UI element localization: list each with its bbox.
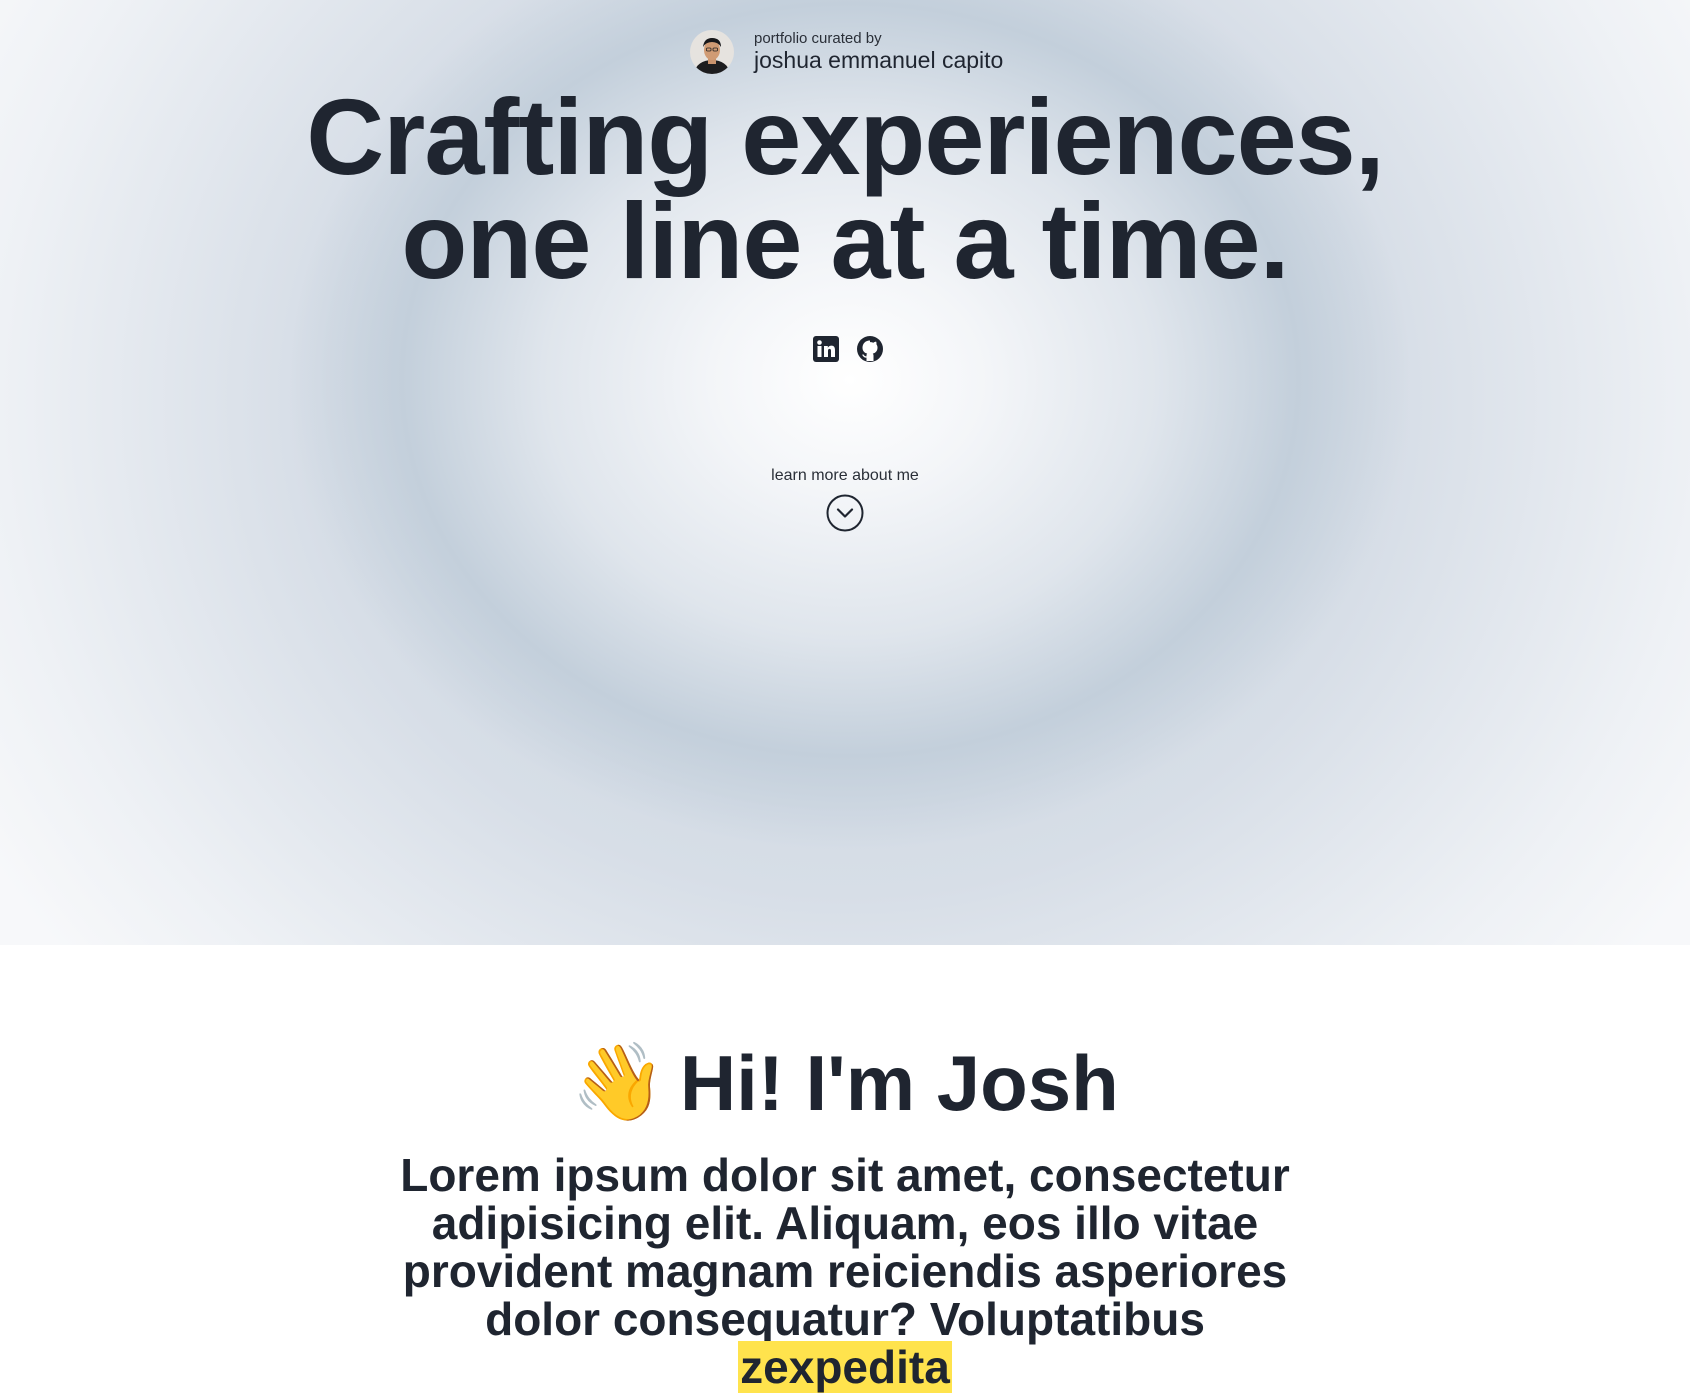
hero-headline-line-1: Crafting experiences,	[306, 76, 1384, 197]
curator-block: portfolio curated by joshua emmanuel cap…	[690, 30, 1003, 74]
learn-more-label[interactable]: learn more about me	[0, 467, 1690, 485]
about-section: 👋 Hi! I'm Josh Lorem ipsum dolor sit ame…	[0, 1035, 1690, 1393]
hero-headline-line-2: one line at a time.	[401, 180, 1289, 301]
curator-pre-label: portfolio curated by	[754, 30, 882, 48]
linkedin-link[interactable]	[812, 335, 840, 363]
about-title-text: Hi! I'm Josh	[679, 1039, 1119, 1127]
curator-text: portfolio curated by joshua emmanuel cap…	[754, 30, 1003, 74]
linkedin-icon	[813, 336, 839, 362]
hero-headline: Crafting experiences, one line at a time…	[0, 76, 1690, 301]
curator-name: joshua emmanuel capito	[754, 47, 1004, 74]
learn-more-block: learn more about me	[0, 467, 1690, 537]
wave-icon: 👋	[571, 1040, 666, 1125]
learn-more-button[interactable]	[826, 494, 864, 532]
github-icon	[857, 336, 883, 362]
hero-section: portfolio curated by joshua emmanuel cap…	[0, 0, 1690, 945]
about-title: 👋 Hi! I'm Josh	[0, 1035, 1690, 1131]
about-intro-main: Lorem ipsum dolor sit amet, consectetur …	[400, 1149, 1290, 1345]
chevron-down-circle-icon	[826, 494, 864, 532]
github-link[interactable]	[856, 335, 884, 363]
about-intro-highlight: zexpedita	[738, 1341, 952, 1393]
about-intro-text: Lorem ipsum dolor sit amet, consectetur …	[385, 1149, 1305, 1393]
avatar	[690, 30, 734, 74]
social-links	[812, 335, 884, 363]
